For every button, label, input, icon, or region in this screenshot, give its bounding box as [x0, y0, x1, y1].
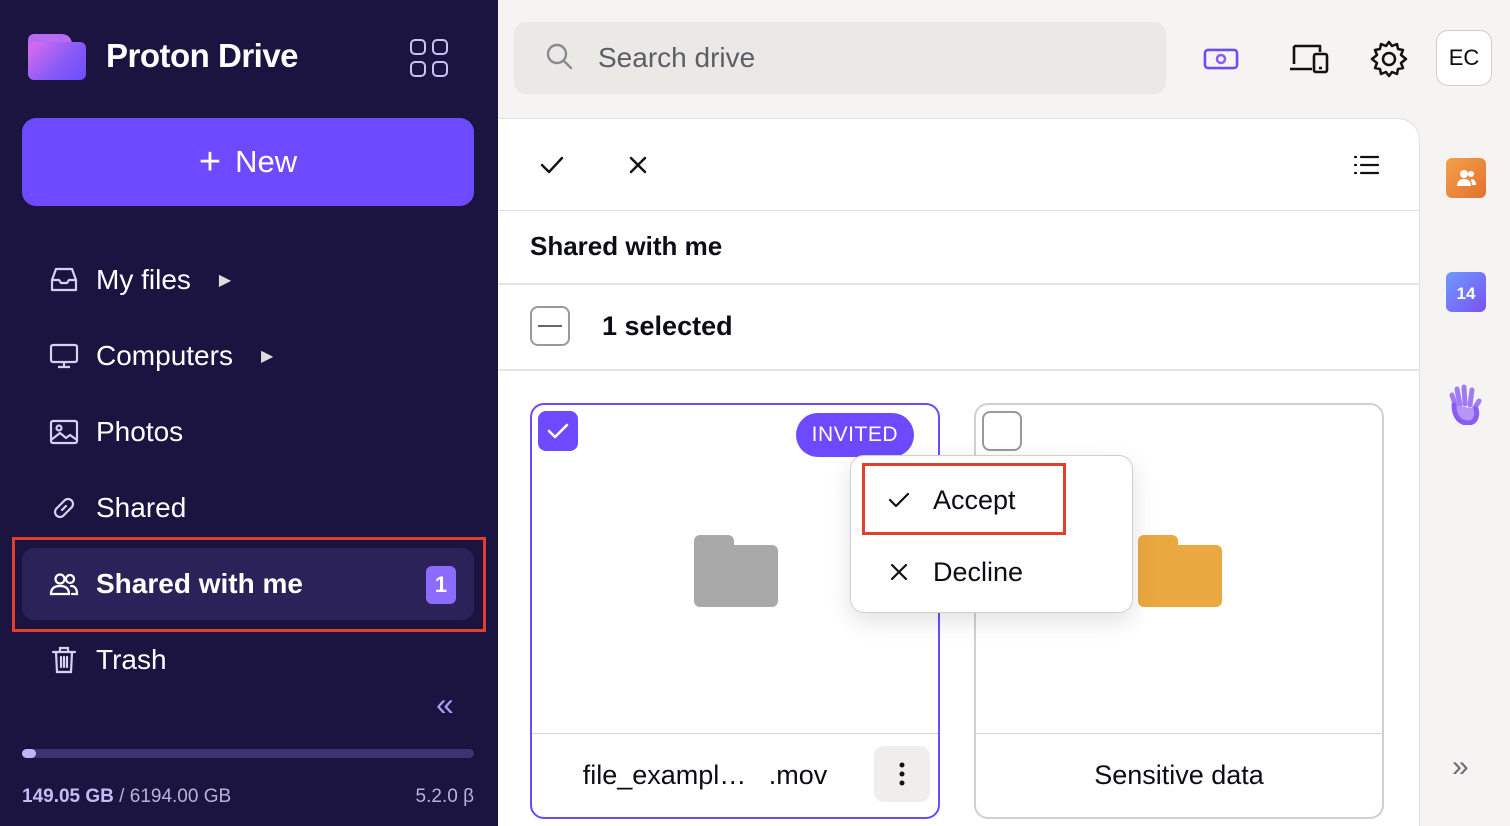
collapse-sidebar-icon[interactable]: « — [436, 686, 454, 723]
select-all-checkbox[interactable] — [530, 306, 570, 346]
sidebar-item-label: Computers — [96, 340, 233, 371]
search-bar[interactable] — [514, 22, 1166, 94]
file-name: file_exampl… .mov — [582, 760, 828, 790]
search-input[interactable] — [598, 42, 1138, 74]
close-icon — [887, 562, 911, 582]
upgrade-money-icon[interactable] — [1198, 36, 1244, 82]
expand-rail-icon[interactable]: » — [1452, 750, 1469, 784]
file-card-footer: file_exampl… .mov — [532, 733, 938, 817]
sidebar-item-computers[interactable]: Computers ▶ — [22, 320, 474, 392]
devices-icon[interactable] — [1286, 36, 1332, 82]
app-name: Proton Drive — [106, 37, 299, 74]
contacts-icon[interactable] — [1446, 158, 1486, 198]
list-view-button[interactable] — [1348, 147, 1384, 183]
calendar-icon[interactable]: 14 — [1446, 272, 1486, 312]
page-title: Shared with me — [530, 231, 723, 261]
sidebar-item-label: Shared with me — [96, 568, 303, 599]
check-icon — [547, 423, 569, 439]
file-card-checkbox[interactable] — [982, 411, 1022, 451]
divider — [498, 369, 1420, 371]
proton-drive-logo-icon — [28, 32, 86, 80]
user-avatar[interactable]: EC — [1436, 30, 1492, 86]
monitor-icon — [48, 340, 80, 372]
file-card-footer: Sensitive data — [976, 733, 1382, 817]
decline-toolbar-button[interactable] — [620, 147, 656, 183]
sidebar-item-label: Shared — [96, 492, 187, 523]
caret-right-icon[interactable]: ▶ — [219, 270, 231, 290]
sidebar-item-trash[interactable]: Trash — [22, 624, 474, 696]
search-icon — [544, 41, 574, 76]
sidebar: Proton Drive + New My files ▶ Computers … — [0, 0, 498, 826]
file-name: Sensitive data — [1094, 760, 1264, 790]
kebab-menu-icon — [899, 762, 905, 786]
storage-usage-bar — [22, 749, 474, 758]
app-logo[interactable]: Proton Drive — [28, 32, 299, 80]
toolbar — [498, 119, 1419, 211]
users-icon — [48, 568, 80, 600]
storage-total: 6194.00 GB — [129, 786, 232, 807]
more-options-button[interactable] — [874, 746, 930, 802]
menu-item-label: Decline — [933, 556, 1024, 587]
invited-badge: INVITED — [795, 413, 914, 457]
calendar-day: 14 — [1456, 284, 1476, 303]
link-icon — [48, 492, 80, 524]
folder-icon — [694, 535, 778, 607]
check-icon — [887, 490, 911, 510]
wave-hand-icon[interactable] — [1446, 384, 1486, 425]
menu-item-label: Accept — [933, 484, 1016, 515]
divider — [498, 283, 1420, 285]
sidebar-item-shared-with-me[interactable]: Shared with me 1 — [22, 548, 474, 620]
caret-right-icon[interactable]: ▶ — [261, 346, 273, 366]
settings-gear-icon[interactable] — [1366, 36, 1412, 82]
file-card-checkbox[interactable] — [538, 411, 578, 451]
accept-menu-item[interactable]: Accept — [851, 464, 1134, 536]
check-icon — [540, 156, 564, 174]
sidebar-item-label: Photos — [96, 416, 184, 447]
app-version: 5.2.0 β — [415, 786, 474, 807]
storage-used: 149.05 GB — [22, 786, 114, 807]
plus-icon: + — [198, 141, 222, 183]
selection-count: 1 selected — [602, 311, 733, 341]
image-icon — [48, 416, 80, 448]
storage-usage-text: 149.05 GB / 6194.00 GB — [22, 786, 232, 807]
accept-toolbar-button[interactable] — [534, 147, 570, 183]
sidebar-item-shared[interactable]: Shared — [22, 472, 474, 544]
decline-menu-item[interactable]: Decline — [851, 536, 1134, 608]
context-menu: Accept Decline — [850, 455, 1133, 613]
list-icon — [1353, 155, 1380, 175]
sidebar-item-photos[interactable]: Photos — [22, 396, 474, 468]
trash-icon — [48, 644, 80, 676]
new-button-label: New — [235, 144, 298, 179]
app-switcher-icon[interactable] — [410, 39, 448, 77]
inbox-icon — [48, 264, 80, 296]
sidebar-item-label: Trash — [96, 644, 167, 675]
notification-badge: 1 — [426, 566, 456, 604]
sidebar-item-my-files[interactable]: My files ▶ — [22, 244, 474, 316]
sidebar-item-label: My files — [96, 264, 191, 295]
folder-icon — [1138, 535, 1222, 607]
close-icon — [629, 156, 647, 174]
new-button[interactable]: + New — [22, 118, 474, 206]
